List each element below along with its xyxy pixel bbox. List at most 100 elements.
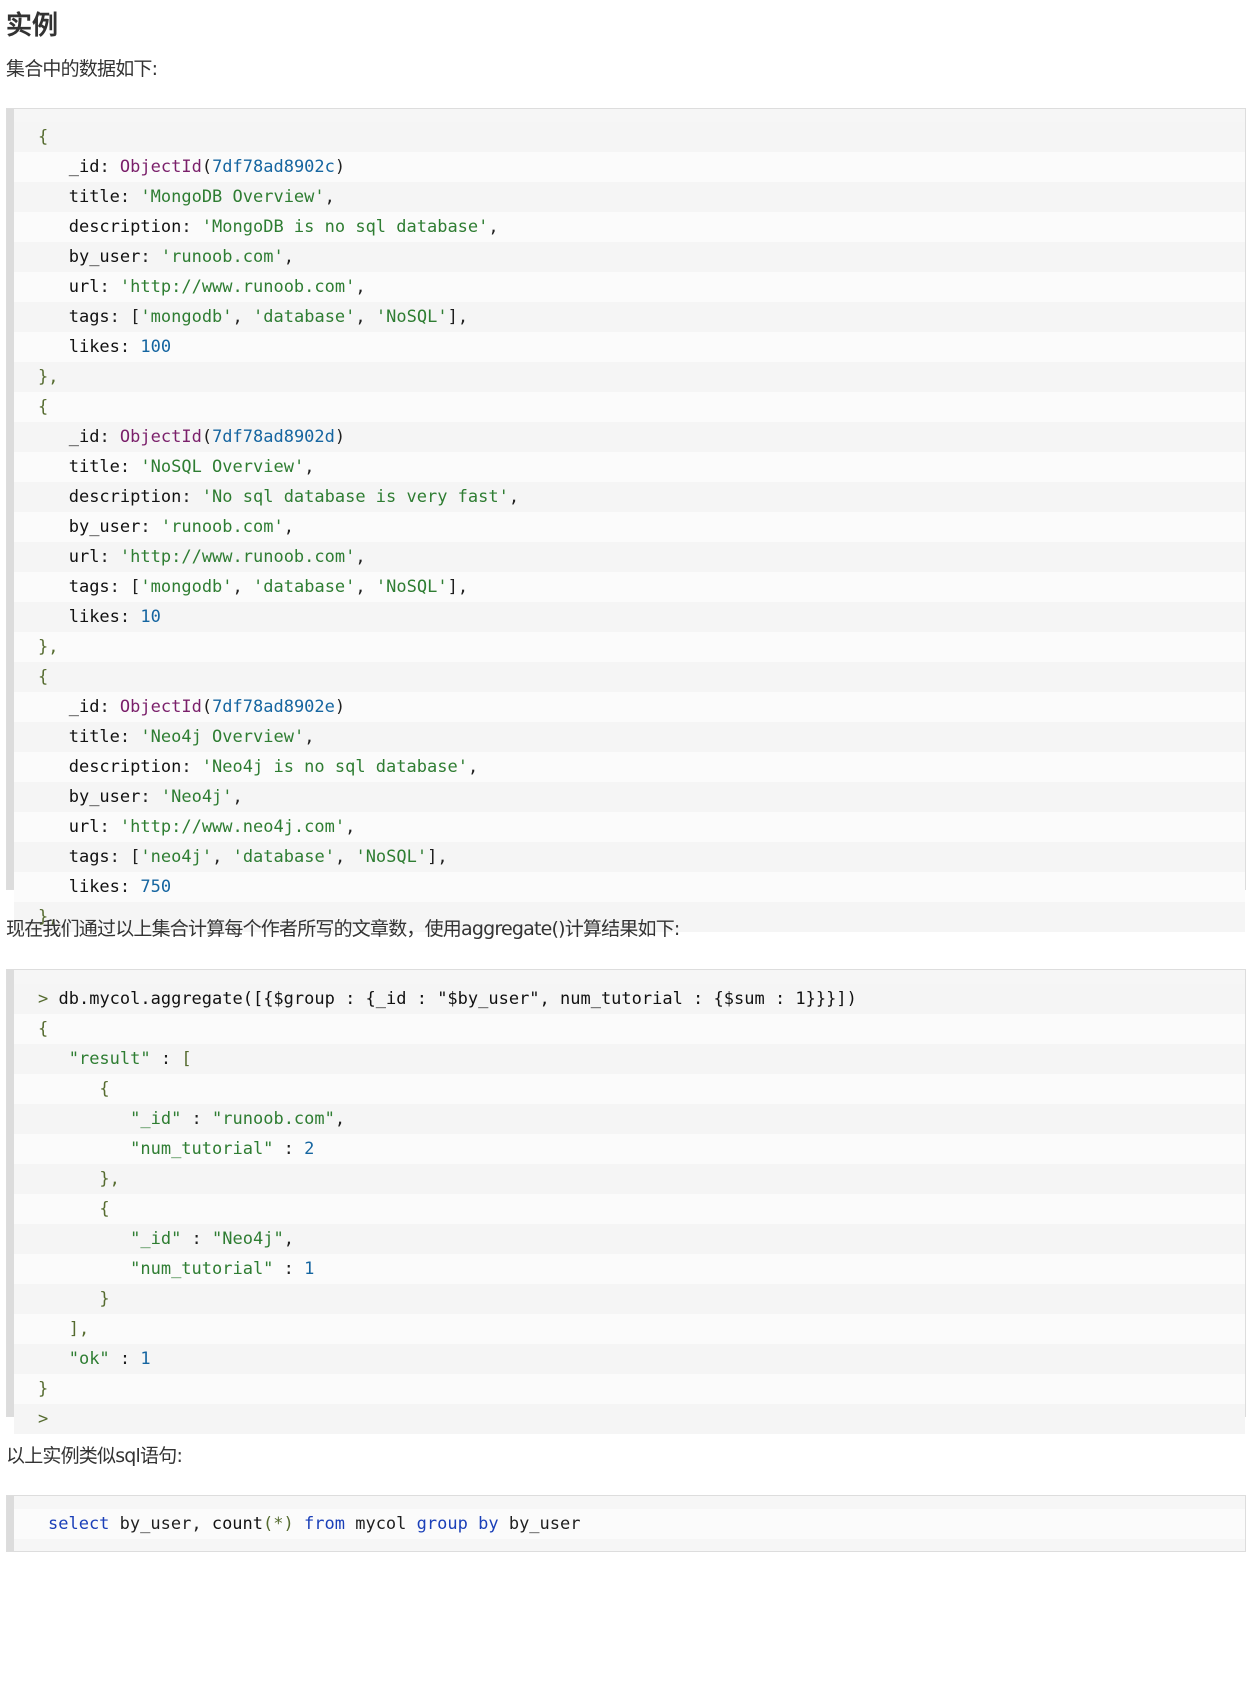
doc-title: Neo4j Overview xyxy=(150,727,294,747)
code-line: tags: ['neo4j', 'database', 'NoSQL'], xyxy=(14,842,1245,872)
code-line: > xyxy=(14,1404,1245,1434)
sql-token: by_user xyxy=(119,1514,192,1534)
sql-statement: select by_user, count(*) from mycol grou… xyxy=(14,1509,1245,1539)
code-line: title: 'Neo4j Overview', xyxy=(14,722,1245,752)
doc-id: 7df78ad8902e xyxy=(212,697,335,717)
result-id: runoob.com xyxy=(222,1109,325,1129)
sql-token: group xyxy=(416,1514,468,1534)
code-line: by_user: 'Neo4j', xyxy=(14,782,1245,812)
code-line: }, xyxy=(14,632,1245,662)
code-line: likes: 750 xyxy=(14,872,1245,902)
doc-url: http://www.runoob.com xyxy=(130,277,346,297)
code-line: _id: ObjectId(7df78ad8902c) xyxy=(14,152,1245,182)
sql-token: ) xyxy=(283,1514,294,1534)
code-line: by_user: 'runoob.com', xyxy=(14,242,1245,272)
sql-code-block: select by_user, count(*) from mycol grou… xyxy=(6,1495,1246,1552)
doc-tag: NoSQL xyxy=(365,847,417,867)
code-block-accent xyxy=(7,970,14,1416)
ok-value: 1 xyxy=(140,1349,151,1369)
code-line: url: 'http://www.runoob.com', xyxy=(14,542,1245,572)
doc-description: MongoDB is no sql database xyxy=(212,217,479,237)
code-line: url: 'http://www.neo4j.com', xyxy=(14,812,1245,842)
doc-id: 7df78ad8902d xyxy=(212,427,335,447)
doc-tag: database xyxy=(242,847,325,867)
code-line: tags: ['mongodb', 'database', 'NoSQL'], xyxy=(14,302,1245,332)
code-line: likes: 10 xyxy=(14,602,1245,632)
code-line: "num_tutorial" : 1 xyxy=(14,1254,1245,1284)
code-line: > db.mycol.aggregate([{$group : {_id : "… xyxy=(14,984,1245,1014)
doc-url: http://www.runoob.com xyxy=(130,547,346,567)
code-line: tags: ['mongodb', 'database', 'NoSQL'], xyxy=(14,572,1245,602)
doc-likes: 10 xyxy=(140,607,161,627)
code-line: }, xyxy=(14,362,1245,392)
code-block-accent xyxy=(7,109,14,889)
result-count: 1 xyxy=(304,1259,315,1279)
code-line: }, xyxy=(14,1164,1245,1194)
sql-token: by_user xyxy=(508,1514,581,1534)
code-line: "ok" : 1 xyxy=(14,1344,1245,1374)
aggregate-command: db.mycol.aggregate([{$group : {_id : "$b… xyxy=(58,989,857,1009)
code-line: { xyxy=(14,1194,1245,1224)
code-line: _id: ObjectId(7df78ad8902d) xyxy=(14,422,1245,452)
code-line: "_id" : "Neo4j", xyxy=(14,1224,1245,1254)
collection-code-block: { _id: ObjectId(7df78ad8902c) title: 'Mo… xyxy=(6,108,1246,932)
doc-tag: database xyxy=(263,307,346,327)
sql-token: , xyxy=(191,1514,202,1534)
code-line: by_user: 'runoob.com', xyxy=(14,512,1245,542)
code-line: description: 'Neo4j is no sql database', xyxy=(14,752,1245,782)
doc-by-user: Neo4j xyxy=(171,787,223,807)
sql-token: from xyxy=(304,1514,345,1534)
code-lines: > db.mycol.aggregate([{$group : {_id : "… xyxy=(14,984,1245,1434)
code-line: title: 'MongoDB Overview', xyxy=(14,182,1245,212)
code-line: "result" : [ xyxy=(14,1044,1245,1074)
sql-token: count xyxy=(211,1514,264,1534)
code-line: } xyxy=(14,1284,1245,1314)
code-line: description: 'MongoDB is no sql database… xyxy=(14,212,1245,242)
sql-token: ( xyxy=(263,1514,274,1534)
code-line: { xyxy=(14,122,1245,152)
prompt: > xyxy=(38,1409,49,1429)
code-line: { xyxy=(14,1074,1245,1104)
doc-tag: mongodb xyxy=(150,307,223,327)
sql-token: select xyxy=(48,1514,110,1534)
code-lines: select by_user, count(*) from mycol grou… xyxy=(14,1509,1245,1539)
section-heading: 实例 xyxy=(6,11,59,41)
doc-url: http://www.neo4j.com xyxy=(130,817,335,837)
code-lines: { _id: ObjectId(7df78ad8902c) title: 'Mo… xyxy=(14,122,1245,932)
doc-likes: 100 xyxy=(140,337,172,357)
intro-text: 集合中的数据如下: xyxy=(6,58,158,80)
code-line: { xyxy=(14,662,1245,692)
doc-tag: NoSQL xyxy=(386,307,438,327)
doc-description: Neo4j is no sql database xyxy=(212,757,458,777)
doc-title: NoSQL Overview xyxy=(150,457,294,477)
result-count: 2 xyxy=(304,1139,315,1159)
code-line: } xyxy=(14,1374,1245,1404)
sql-token: mycol xyxy=(355,1514,407,1534)
code-line: description: 'No sql database is very fa… xyxy=(14,482,1245,512)
prompt: > xyxy=(38,989,49,1009)
code-line: { xyxy=(14,392,1245,422)
code-line: "num_tutorial" : 2 xyxy=(14,1134,1245,1164)
sql-intro-text: 以上实例类似sql语句: xyxy=(6,1445,183,1467)
doc-by-user: runoob.com xyxy=(171,517,274,537)
doc-tag: database xyxy=(263,577,346,597)
doc-tag: neo4j xyxy=(150,847,202,867)
doc-likes: 750 xyxy=(140,877,172,897)
doc-description: No sql database is very fast xyxy=(212,487,499,507)
aggregate-code-block: > db.mycol.aggregate([{$group : {_id : "… xyxy=(6,969,1246,1434)
doc-tag: mongodb xyxy=(150,577,223,597)
sql-token: by xyxy=(478,1514,499,1534)
result-id: Neo4j xyxy=(222,1229,274,1249)
doc-tag: NoSQL xyxy=(386,577,438,597)
code-line: "_id" : "runoob.com", xyxy=(14,1104,1245,1134)
doc-by-user: runoob.com xyxy=(171,247,274,267)
code-line: title: 'NoSQL Overview', xyxy=(14,452,1245,482)
middle-text: 现在我们通过以上集合计算每个作者所写的文章数，使用aggregate()计算结果… xyxy=(6,918,680,940)
